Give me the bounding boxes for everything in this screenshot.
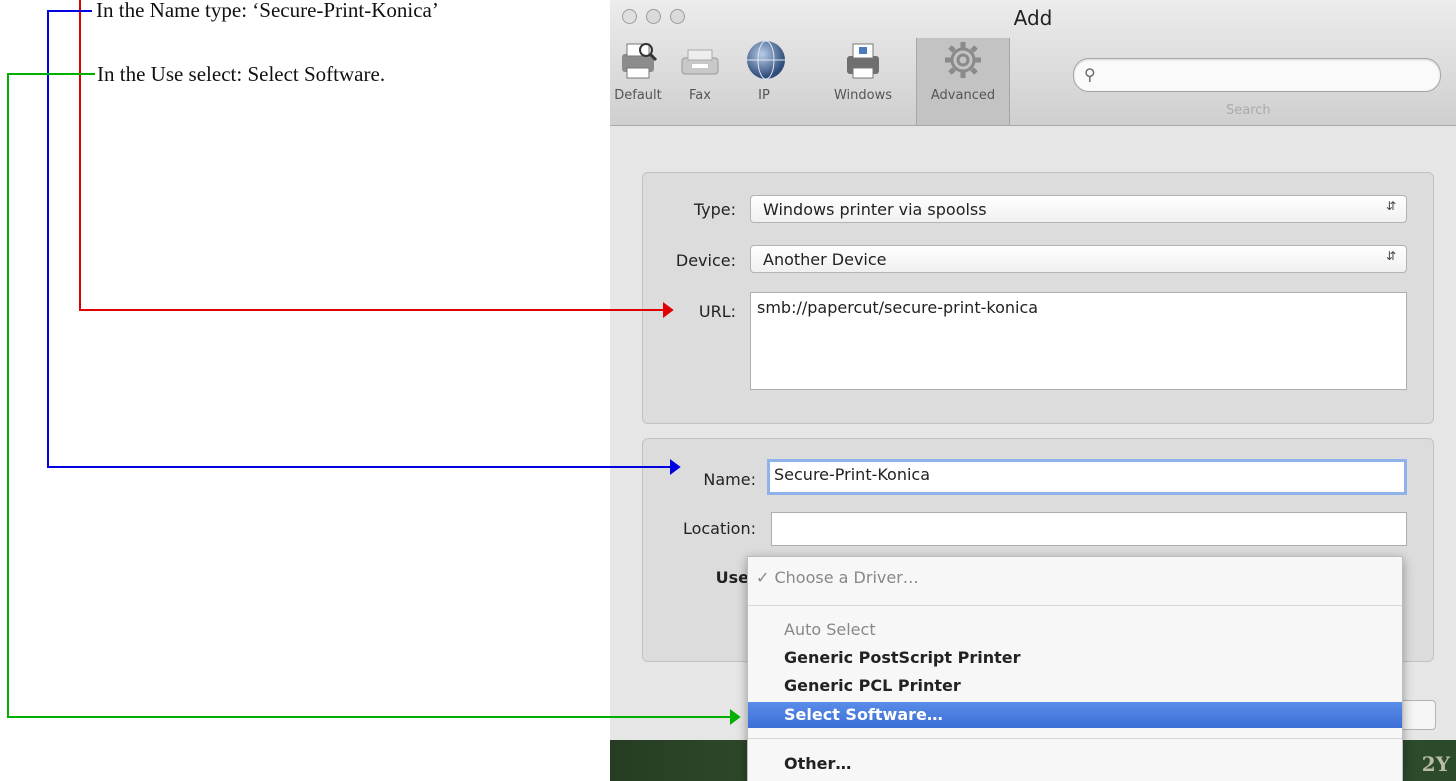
device-value: Another Device bbox=[763, 250, 887, 269]
use-instruction-note: In the Use select: Select Software. bbox=[97, 62, 386, 86]
window-title: Add bbox=[1013, 6, 1053, 30]
use-driver-menu[interactable]: ✓ Choose a Driver… Auto Select Generic P… bbox=[747, 556, 1403, 781]
type-label: Type: bbox=[693, 200, 736, 219]
toolbar-windows-label: Windows bbox=[833, 88, 893, 103]
menu-item-auto-select[interactable]: Auto Select bbox=[748, 617, 1402, 643]
name-instruction-note: In the Name type: ‘Secure-Print-Konica’ bbox=[96, 0, 439, 22]
menu-item-other[interactable]: Other… bbox=[748, 751, 1402, 777]
device-label: Device: bbox=[675, 251, 736, 270]
toolbar-fax-button[interactable]: Fax bbox=[678, 38, 722, 124]
use-label: Use bbox=[715, 568, 749, 587]
url-label: URL: bbox=[698, 302, 736, 321]
name-field[interactable]: Secure-Print-Konica bbox=[767, 459, 1407, 495]
printer-icon bbox=[616, 38, 660, 82]
toolbar-advanced-button[interactable]: Advanced bbox=[916, 38, 1010, 125]
toolbar: Add Default Fax IP Windows Advanced ⚲ Se… bbox=[610, 0, 1456, 126]
toolbar-ip-button[interactable]: IP bbox=[744, 38, 785, 124]
fax-icon bbox=[678, 38, 722, 82]
popup-arrows-icon: ⇵ bbox=[1385, 249, 1396, 263]
device-popup[interactable]: Another Device ⇵ bbox=[750, 245, 1407, 273]
toolbar-advanced-label: Advanced bbox=[930, 88, 996, 103]
search-label: Search bbox=[1226, 103, 1271, 118]
menu-item-choose-driver[interactable]: ✓ Choose a Driver… bbox=[748, 565, 1402, 591]
menu-separator bbox=[748, 605, 1402, 606]
menu-item-generic-postscript[interactable]: Generic PostScript Printer bbox=[748, 645, 1402, 671]
search-icon: ⚲ bbox=[1084, 65, 1096, 84]
toolbar-ip-label: IP bbox=[758, 88, 770, 103]
gear-icon bbox=[941, 38, 985, 82]
location-label: Location: bbox=[682, 519, 756, 538]
url-field[interactable]: smb://papercut/secure-print-konica bbox=[750, 292, 1407, 390]
globe-icon bbox=[744, 38, 788, 82]
windows-printer-icon bbox=[841, 38, 885, 82]
menu-item-generic-pcl[interactable]: Generic PCL Printer bbox=[748, 673, 1402, 699]
background-text: 2Y bbox=[1421, 752, 1450, 776]
add-button[interactable] bbox=[1400, 700, 1436, 730]
menu-separator bbox=[748, 738, 1402, 739]
toolbar-windows-button[interactable]: Windows bbox=[828, 38, 898, 124]
toolbar-default-button[interactable]: Default bbox=[612, 38, 664, 124]
search-field[interactable]: ⚲ bbox=[1073, 58, 1441, 92]
menu-item-select-software[interactable]: Select Software… bbox=[748, 702, 1402, 728]
red-connector bbox=[79, 0, 674, 318]
type-value: Windows printer via spoolss bbox=[763, 200, 987, 219]
location-field[interactable] bbox=[771, 512, 1407, 546]
popup-arrows-icon: ⇵ bbox=[1385, 199, 1396, 213]
add-printer-dialog: Add Default Fax IP Windows Advanced ⚲ Se… bbox=[610, 0, 1456, 781]
type-popup[interactable]: Windows printer via spoolss ⇵ bbox=[750, 195, 1407, 223]
toolbar-fax-label: Fax bbox=[689, 88, 711, 103]
name-label: Name: bbox=[703, 470, 756, 489]
toolbar-default-label: Default bbox=[614, 88, 662, 103]
